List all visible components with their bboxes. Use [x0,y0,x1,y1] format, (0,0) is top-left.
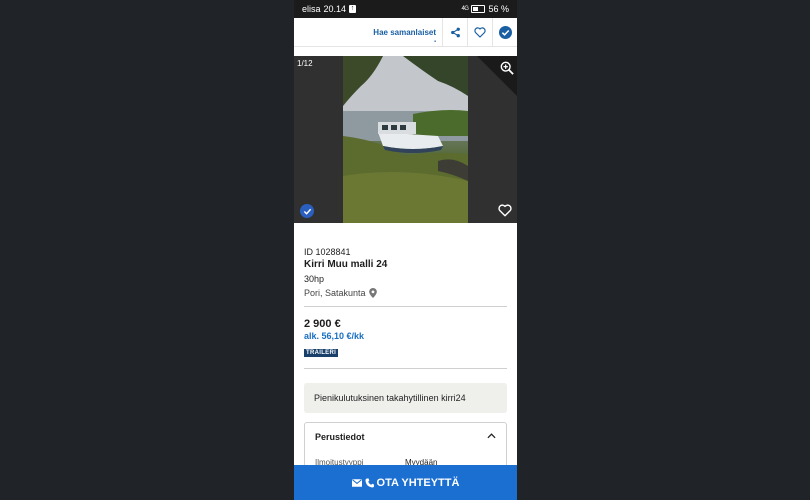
clock: 20.14 [323,4,347,14]
contact-button-label: OTA YHTEYTTÄ [376,476,460,489]
trailer-tag: TRAILERI [304,349,339,357]
listing-location[interactable]: Pori, Satakunta [304,288,507,298]
phone-icon [364,478,374,487]
section-title: Perustiedot [315,432,365,442]
upload-icon: ↑ [349,5,357,13]
seen-check-badge [300,204,314,218]
chevron-up-icon[interactable] [487,433,496,439]
monthly-payment-link[interactable]: alk. 56,10 €/kk [304,331,507,341]
battery-level: 56 % [488,4,509,14]
boat-photo-art [343,56,468,223]
divider [304,306,507,307]
location-pin-icon [368,288,377,298]
share-icon [450,27,460,37]
search-similar-label: Hae samanlaiset [373,27,436,37]
heart-icon [474,26,486,38]
status-bar: elisa 20.14 ↑ 4G 56 % [294,0,517,18]
description-box: Pienikulutuksinen takahytillinen kirri24 [304,383,507,413]
image-gallery[interactable]: 1/12 [294,56,517,223]
share-button[interactable] [442,18,467,46]
photo-favorite-heart-icon[interactable] [498,204,512,217]
favorite-button[interactable] [467,18,492,46]
listing-details: ID 1028841 Kirri Muu malli 24 30hp Pori,… [304,247,507,369]
listing-toolbar: Hae samanlaiset • [294,18,517,47]
zoom-in-icon[interactable] [500,61,514,75]
search-similar-dot: • [434,38,436,45]
search-similar-link[interactable]: Hae samanlaiset • [373,27,436,45]
phone-screen: elisa 20.14 ↑ 4G 56 % Hae samanlaiset • [294,0,517,500]
checkmark-icon [303,208,311,215]
listing-price: 2 900 € [304,318,341,330]
boat-photo[interactable] [343,56,468,223]
divider [304,368,507,369]
carrier-label: elisa [302,4,321,14]
listing-id: ID 1028841 [304,247,351,257]
mark-seen-button[interactable] [492,18,517,46]
signal-icon: 4G [461,6,469,12]
battery-icon [471,5,486,13]
listing-subtitle: 30hp [304,274,325,284]
listing-title: Kirri Muu malli 24 [304,259,388,270]
location-text: Pori, Satakunta [304,288,366,298]
image-counter: 1/12 [297,59,313,68]
mail-icon [351,478,362,487]
contact-button[interactable]: OTA YHTEYTTÄ [294,465,517,500]
check-circle-icon [498,25,512,39]
